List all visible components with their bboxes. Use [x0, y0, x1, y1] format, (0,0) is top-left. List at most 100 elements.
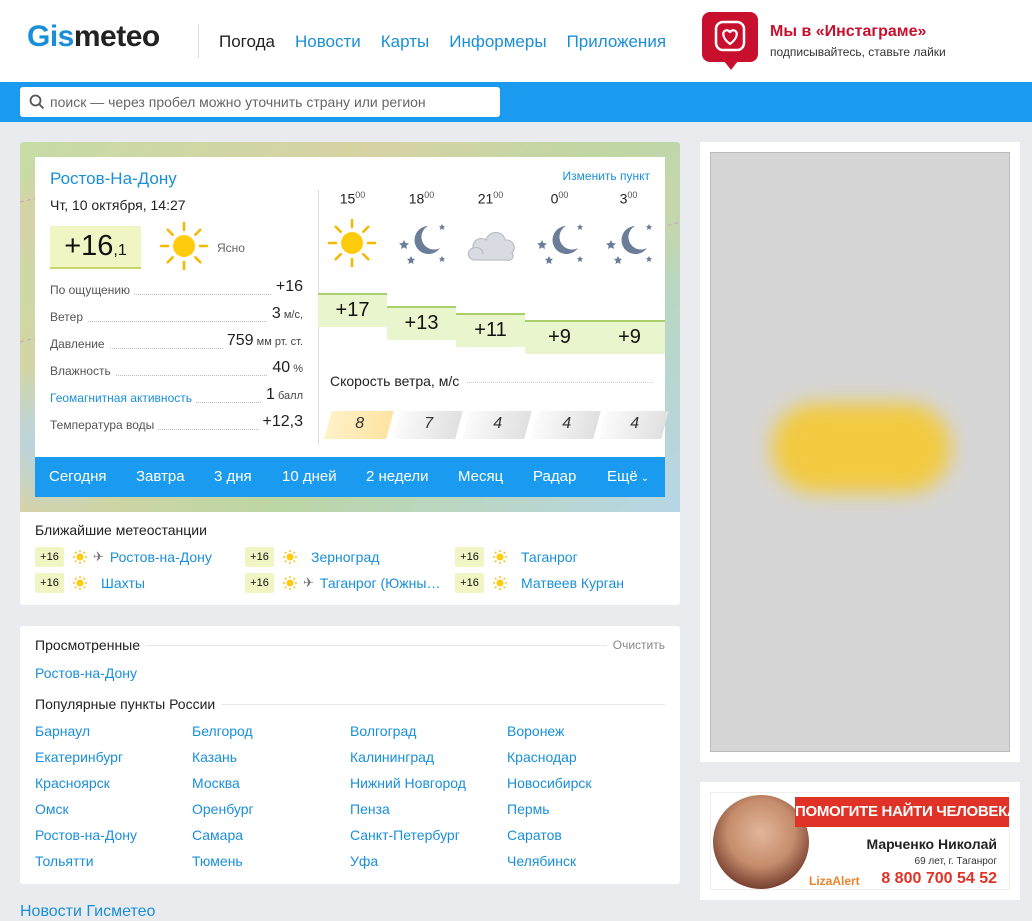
popular-city-link[interactable]: Пенза — [350, 801, 390, 817]
popular-city-link[interactable]: Воронеж — [507, 723, 564, 739]
hour-label: 2100 — [477, 190, 504, 207]
popular-city-link[interactable]: Оренбург — [192, 801, 254, 817]
current-temperature: +16,1 — [50, 226, 141, 269]
moon-stars-icon — [399, 224, 445, 264]
viewed-city-link[interactable]: Ростов-на-Дону — [35, 665, 137, 681]
search-icon — [29, 94, 45, 110]
param-geomagnetic: Геомагнитная активность 1 балл — [50, 386, 303, 413]
top-nav: Погода Новости Карты Информеры Приложени… — [219, 32, 666, 52]
search-input[interactable] — [50, 87, 490, 117]
station-item[interactable]: +16 Таганрог — [455, 547, 578, 567]
nav-informers[interactable]: Информеры — [449, 32, 546, 52]
popular-city-link[interactable]: Уфа — [350, 853, 378, 869]
airplane-icon: ✈ — [303, 575, 314, 590]
current-temp-integer: +16 — [64, 230, 114, 262]
param-pressure: Давление 759 мм рт. ст. — [50, 332, 303, 359]
sun-icon — [327, 218, 377, 268]
logo-divider — [198, 24, 199, 58]
tab-radar[interactable]: Радар — [533, 468, 576, 485]
nav-maps[interactable]: Карты — [381, 32, 429, 52]
popular-city-link[interactable]: Тольятти — [35, 853, 94, 869]
param-value: 3 м/с, — [267, 305, 303, 323]
popular-city-link[interactable]: Нижний Новгород — [350, 775, 466, 791]
change-location-link[interactable]: Изменить пункт — [563, 169, 650, 183]
station-item[interactable]: +16 Зерноград — [245, 547, 379, 567]
popular-city-link[interactable]: Калининград — [350, 749, 434, 765]
forecast-tabs: Сегодня Завтра 3 дня 10 дней 2 недели Ме… — [35, 457, 665, 497]
missing-person-details: 69 лет, г. Таганрог — [914, 856, 997, 867]
current-temp-fraction: ,1 — [113, 242, 127, 259]
logo-meteo: meteo — [73, 20, 160, 53]
news-section-title[interactable]: Новости Гисметео — [20, 903, 155, 921]
popular-city-link[interactable]: Саратов — [507, 827, 562, 843]
param-value: +12,3 — [258, 413, 303, 431]
hour-column: 1500 — [318, 190, 387, 268]
instagram-promo[interactable]: Мы в «Инстаграме» подписывайтесь, ставьт… — [702, 12, 1022, 74]
weather-card: Ростов-На-Дону Изменить пункт Чт, 10 окт… — [20, 142, 680, 605]
header: Gismeteo Погода Новости Карты Информеры … — [0, 0, 1032, 82]
param-value: 759 мм рт. ст. — [222, 332, 303, 350]
geomagnetic-link[interactable]: Геомагнитная активность — [50, 391, 196, 405]
logo[interactable]: Gismeteo — [27, 20, 160, 54]
popular-city-link[interactable]: Самара — [192, 827, 243, 843]
popular-title: Популярные пункты России — [35, 696, 222, 712]
ad-banner[interactable] — [700, 142, 1020, 762]
lizaalert-banner[interactable]: ПОМОГИТЕ НАЙТИ ЧЕЛОВЕКА Марченко Николай… — [700, 782, 1020, 900]
stations-title: Ближайшие метеостанции — [35, 522, 207, 538]
logo-gis: Gis — [27, 20, 74, 53]
popular-city-link[interactable]: Екатеринбург — [35, 749, 123, 765]
tab-today[interactable]: Сегодня — [49, 468, 107, 485]
tab-more[interactable]: Ещё ⌄ — [607, 468, 649, 485]
instagram-heart-icon — [702, 12, 758, 70]
popular-city-link[interactable]: Краснодар — [507, 749, 577, 765]
tab-2-weeks[interactable]: 2 недели — [366, 468, 429, 485]
popular-city-link[interactable]: Барнаул — [35, 723, 90, 739]
popular-city-link[interactable]: Санкт-Петербург — [350, 827, 460, 843]
station-item[interactable]: +16 Матвеев Курган — [455, 573, 624, 593]
hour-temp: +13 — [387, 306, 456, 340]
tab-tomorrow[interactable]: Завтра — [136, 468, 185, 485]
hour-wind: 4 — [462, 411, 532, 439]
nav-news[interactable]: Новости — [295, 32, 361, 52]
param-label: Температура воды — [50, 418, 159, 432]
tab-month[interactable]: Месяц — [458, 468, 503, 485]
hour-column: 300 — [594, 190, 663, 264]
popular-city-link[interactable]: Ростов-на-Дону — [35, 827, 137, 843]
weather-params: По ощущению +16 Ветер 3 м/с, Давление 75… — [50, 278, 303, 440]
nav-apps[interactable]: Приложения — [567, 32, 666, 52]
tab-10-days[interactable]: 10 дней — [282, 468, 337, 485]
hour-wind: 4 — [599, 411, 669, 439]
popular-city-link[interactable]: Москва — [192, 775, 240, 791]
param-label: Давление — [50, 337, 109, 351]
param-value: 40 % — [268, 359, 303, 377]
nav-weather[interactable]: Погода — [219, 32, 275, 52]
param-value: +16 — [271, 278, 303, 296]
viewed-title: Просмотренные — [35, 637, 147, 653]
hour-column: 1800 — [387, 190, 456, 264]
popular-city-link[interactable]: Тюмень — [192, 853, 243, 869]
param-label: Ветер — [50, 310, 87, 324]
popular-city-link[interactable]: Казань — [192, 749, 237, 765]
airplane-icon: ✈ — [93, 549, 104, 564]
popular-city-link[interactable]: Омск — [35, 801, 69, 817]
hour-column: 000 — [525, 190, 594, 264]
station-item[interactable]: +16 ✈ Ростов-на-Дону — [35, 547, 212, 567]
city-title[interactable]: Ростов-На-Дону — [50, 169, 177, 189]
station-item[interactable]: +16 Шахты — [35, 573, 145, 593]
cloud-icon — [467, 231, 515, 261]
clear-viewed-link[interactable]: Очистить — [606, 638, 665, 652]
popular-city-link[interactable]: Новосибирск — [507, 775, 592, 791]
search-box[interactable] — [20, 87, 500, 117]
popular-city-link[interactable]: Белгород — [192, 723, 253, 739]
sun-icon — [73, 550, 87, 564]
tab-3-days[interactable]: 3 дня — [214, 468, 252, 485]
chevron-down-icon: ⌄ — [640, 473, 650, 484]
popular-city-link[interactable]: Красноярск — [35, 775, 110, 791]
popular-city-link[interactable]: Волгоград — [350, 723, 416, 739]
search-bar — [0, 82, 1032, 122]
popular-city-link[interactable]: Пермь — [507, 801, 550, 817]
current-condition: Ясно — [217, 241, 245, 255]
ad-placeholder — [710, 152, 1010, 752]
station-item[interactable]: +16 ✈ Таганрог (Южны… — [245, 573, 440, 593]
popular-city-link[interactable]: Челябинск — [507, 853, 576, 869]
